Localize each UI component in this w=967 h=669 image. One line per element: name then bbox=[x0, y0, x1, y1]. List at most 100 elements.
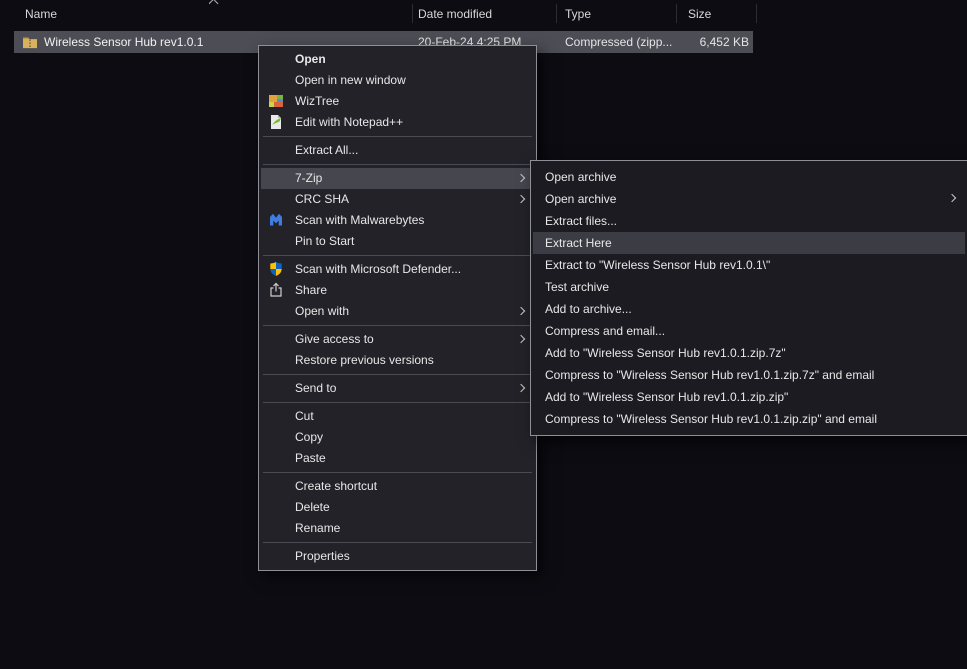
menu-item-label: Send to bbox=[295, 381, 336, 395]
menu-separator bbox=[263, 402, 532, 403]
sort-ascending-icon bbox=[209, 0, 219, 5]
menu-item-label: Copy bbox=[295, 430, 323, 444]
zip-file-icon bbox=[22, 34, 38, 50]
menu-item-label: Scan with Malwarebytes bbox=[295, 213, 424, 227]
share-icon bbox=[268, 282, 284, 298]
submenu-arrow-icon bbox=[517, 195, 525, 203]
menu-separator bbox=[263, 542, 532, 543]
defender-shield-icon bbox=[268, 261, 284, 277]
menu-item-pin-to-start[interactable]: Pin to Start bbox=[261, 231, 534, 252]
menu-item-restore-previous-versions[interactable]: Restore previous versions bbox=[261, 350, 534, 371]
column-divider bbox=[676, 4, 677, 23]
menu-item-label: Compress to "Wireless Sensor Hub rev1.0.… bbox=[545, 412, 877, 426]
menu-item-send-to[interactable]: Send to bbox=[261, 378, 534, 399]
submenu-item-add-to-zip[interactable]: Add to "Wireless Sensor Hub rev1.0.1.zip… bbox=[533, 386, 965, 408]
menu-item-create-shortcut[interactable]: Create shortcut bbox=[261, 476, 534, 497]
menu-item-label: Give access to bbox=[295, 332, 374, 346]
submenu-arrow-icon bbox=[517, 384, 525, 392]
menu-separator bbox=[263, 255, 532, 256]
menu-item-wiztree[interactable]: WizTree bbox=[261, 91, 534, 112]
column-label: Name bbox=[25, 7, 57, 21]
menu-item-delete[interactable]: Delete bbox=[261, 497, 534, 518]
file-size: 6,452 KB bbox=[677, 31, 749, 53]
menu-item-label: Compress and email... bbox=[545, 324, 665, 338]
submenu-arrow-icon bbox=[948, 194, 956, 202]
submenu-item-test-archive[interactable]: Test archive bbox=[533, 276, 965, 298]
7zip-submenu: Open archive Open archive Extract files.… bbox=[530, 160, 967, 436]
malwarebytes-icon bbox=[268, 212, 284, 228]
menu-item-label: Edit with Notepad++ bbox=[295, 115, 403, 129]
menu-item-crc-sha[interactable]: CRC SHA bbox=[261, 189, 534, 210]
submenu-item-compress-to-7z-and-email[interactable]: Compress to "Wireless Sensor Hub rev1.0.… bbox=[533, 364, 965, 386]
menu-item-label: Add to "Wireless Sensor Hub rev1.0.1.zip… bbox=[545, 346, 786, 360]
column-header-row: Name Date modified Type Size bbox=[0, 0, 967, 28]
menu-item-label: Extract to "Wireless Sensor Hub rev1.0.1… bbox=[545, 258, 770, 272]
menu-item-properties[interactable]: Properties bbox=[261, 546, 534, 567]
explorer-window: { "file_list": { "columns": [ { "label":… bbox=[0, 0, 967, 669]
menu-item-label: WizTree bbox=[295, 94, 339, 108]
submenu-item-compress-to-zip-and-email[interactable]: Compress to "Wireless Sensor Hub rev1.0.… bbox=[533, 408, 965, 430]
menu-item-edit-with-notepadpp[interactable]: Edit with Notepad++ bbox=[261, 112, 534, 133]
menu-item-label: Open with bbox=[295, 304, 349, 318]
menu-item-label: Restore previous versions bbox=[295, 353, 434, 367]
menu-item-paste[interactable]: Paste bbox=[261, 448, 534, 469]
menu-item-label: Open archive bbox=[545, 192, 616, 206]
submenu-item-compress-and-email[interactable]: Compress and email... bbox=[533, 320, 965, 342]
menu-item-label: 7-Zip bbox=[295, 171, 322, 185]
menu-item-scan-with-malwarebytes[interactable]: Scan with Malwarebytes bbox=[261, 210, 534, 231]
submenu-item-open-archive[interactable]: Open archive bbox=[533, 166, 965, 188]
menu-separator bbox=[263, 325, 532, 326]
menu-item-label: Extract All... bbox=[295, 143, 358, 157]
menu-separator bbox=[263, 472, 532, 473]
menu-item-label: Rename bbox=[295, 521, 340, 535]
menu-item-label: Add to archive... bbox=[545, 302, 632, 316]
menu-item-label: Cut bbox=[295, 409, 314, 423]
submenu-arrow-icon bbox=[517, 174, 525, 182]
column-label: Date modified bbox=[418, 7, 492, 21]
submenu-item-extract-here[interactable]: Extract Here bbox=[533, 232, 965, 254]
menu-item-label: Open in new window bbox=[295, 73, 406, 87]
submenu-item-extract-files[interactable]: Extract files... bbox=[533, 210, 965, 232]
menu-item-rename[interactable]: Rename bbox=[261, 518, 534, 539]
menu-separator bbox=[263, 136, 532, 137]
menu-item-label: Add to "Wireless Sensor Hub rev1.0.1.zip… bbox=[545, 390, 788, 404]
submenu-item-open-archive-as[interactable]: Open archive bbox=[533, 188, 965, 210]
column-header-size[interactable]: Size bbox=[688, 7, 748, 21]
file-type: Compressed (zipp... bbox=[565, 31, 675, 53]
column-label: Type bbox=[565, 7, 591, 21]
menu-item-label: Test archive bbox=[545, 280, 609, 294]
menu-item-label: Compress to "Wireless Sensor Hub rev1.0.… bbox=[545, 368, 874, 382]
column-header-type[interactable]: Type bbox=[565, 7, 670, 21]
submenu-arrow-icon bbox=[517, 307, 525, 315]
menu-separator bbox=[263, 164, 532, 165]
menu-separator bbox=[263, 374, 532, 375]
submenu-item-add-to-7z[interactable]: Add to "Wireless Sensor Hub rev1.0.1.zip… bbox=[533, 342, 965, 364]
menu-item-label: Delete bbox=[295, 500, 330, 514]
menu-item-scan-with-microsoft-defender[interactable]: Scan with Microsoft Defender... bbox=[261, 259, 534, 280]
menu-item-give-access-to[interactable]: Give access to bbox=[261, 329, 534, 350]
submenu-arrow-icon bbox=[517, 335, 525, 343]
menu-item-label: Scan with Microsoft Defender... bbox=[295, 262, 461, 276]
column-header-name[interactable]: Name bbox=[25, 7, 405, 21]
menu-item-label: Share bbox=[295, 283, 327, 297]
column-divider bbox=[412, 4, 413, 23]
notepadpp-icon bbox=[268, 114, 284, 130]
menu-item-7zip[interactable]: 7-Zip bbox=[261, 168, 534, 189]
menu-item-cut[interactable]: Cut bbox=[261, 406, 534, 427]
menu-item-extract-all[interactable]: Extract All... bbox=[261, 140, 534, 161]
menu-item-open[interactable]: Open bbox=[261, 49, 534, 70]
column-header-date-modified[interactable]: Date modified bbox=[418, 7, 548, 21]
menu-item-open-in-new-window[interactable]: Open in new window bbox=[261, 70, 534, 91]
menu-item-label: Paste bbox=[295, 451, 326, 465]
menu-item-label: Extract Here bbox=[545, 236, 612, 250]
menu-item-label: Open archive bbox=[545, 170, 616, 184]
submenu-item-extract-to-folder[interactable]: Extract to "Wireless Sensor Hub rev1.0.1… bbox=[533, 254, 965, 276]
menu-item-copy[interactable]: Copy bbox=[261, 427, 534, 448]
submenu-item-add-to-archive[interactable]: Add to archive... bbox=[533, 298, 965, 320]
menu-item-label: Properties bbox=[295, 549, 350, 563]
column-divider bbox=[756, 4, 757, 23]
menu-item-label: Pin to Start bbox=[295, 234, 354, 248]
menu-item-share[interactable]: Share bbox=[261, 280, 534, 301]
menu-item-open-with[interactable]: Open with bbox=[261, 301, 534, 322]
column-label: Size bbox=[688, 7, 711, 21]
